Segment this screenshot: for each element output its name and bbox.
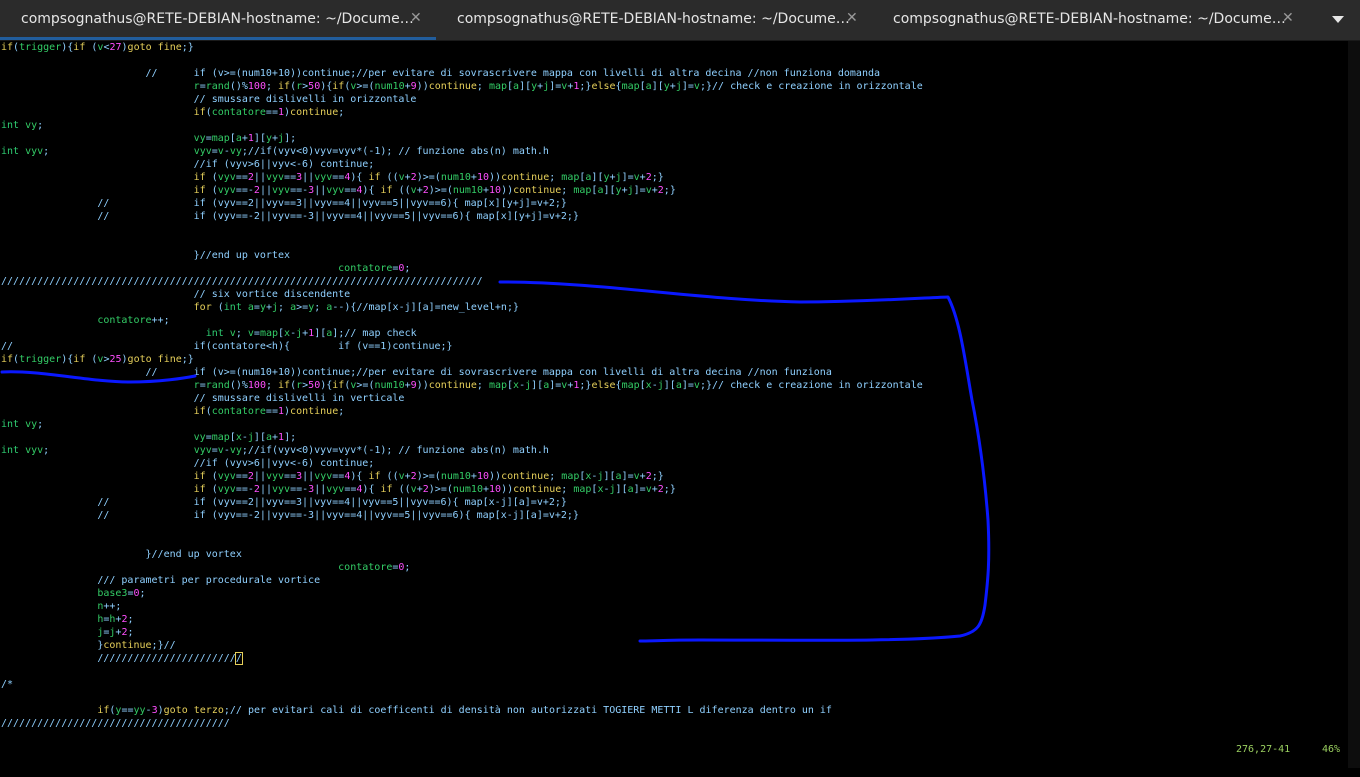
close-icon[interactable]: ✕	[846, 10, 858, 26]
code-line[interactable]: if(y==yy-3)goto terzo;// per evitari cal…	[1, 704, 923, 717]
code-line[interactable]: base3=0;	[1, 587, 923, 600]
cursor-position: 276,27-41	[1236, 744, 1291, 755]
code-line[interactable]	[1, 54, 923, 67]
code-line[interactable]: vy=map[a+1][y+j];	[1, 132, 923, 145]
code-line[interactable]: if (vyv==2||vyv==3||vyv==4){ if ((v+2)>=…	[1, 171, 923, 184]
vim-statusline: 276,27-41 46%	[1236, 744, 1340, 777]
code-view[interactable]: if(trigger){if (v<27)goto fine;} // if (…	[1, 41, 923, 730]
code-line[interactable]: for (int a=y+j; a>=y; a--){//map[x-j][a]…	[1, 301, 923, 314]
code-line[interactable]: n++;	[1, 600, 923, 613]
code-line[interactable]: //////////////////////////////////////	[1, 717, 923, 730]
code-line[interactable]: //if (vyv>6||vyv<-6) continue;	[1, 158, 923, 171]
code-line[interactable]: if (vyv==2||vyv==3||vyv==4){ if ((v+2)>=…	[1, 470, 923, 483]
code-line[interactable]	[1, 236, 923, 249]
code-line[interactable]: // if (vyv==-2||vyv==-3||vyv==4||vyv==5|…	[1, 210, 923, 223]
code-line[interactable]: int vyv; vyv=v-vy;//if(vyv<0)vyv=vyv*(-1…	[1, 444, 923, 457]
code-line[interactable]	[1, 535, 923, 548]
code-line[interactable]: /*	[1, 678, 923, 691]
code-line[interactable]: int vy;	[1, 119, 923, 132]
code-line[interactable]: // if(contatore<h){ if (v==1)continue;}	[1, 340, 923, 353]
tab-terminal-3[interactable]: compsognathus@RETE-DEBIAN-hostname: ~/Do…	[872, 0, 1308, 40]
code-line[interactable]: contatore=0;	[1, 561, 923, 574]
code-line[interactable]: contatore++;	[1, 314, 923, 327]
code-line[interactable]: // if (v>=(num10+10))continue;//per evit…	[1, 67, 923, 80]
code-line[interactable]: vy=map[x-j][a+1];	[1, 431, 923, 444]
code-line[interactable]: int vy;	[1, 418, 923, 431]
code-line[interactable]: // smussare dislivelli in verticale	[1, 392, 923, 405]
code-line[interactable]: /// parametri per procedurale vortice	[1, 574, 923, 587]
code-line[interactable]: r=rand()%100; if(r>50){if(v>=(num10+9))c…	[1, 379, 923, 392]
code-line[interactable]: int v; v=map[x-j+1][a];// map check	[1, 327, 923, 340]
tab-label: compsognathus@RETE-DEBIAN-hostname: ~/Do…	[21, 11, 414, 27]
code-line[interactable]: }continue;}//	[1, 639, 923, 652]
code-line[interactable]	[1, 522, 923, 535]
code-line[interactable]: if(contatore==1)continue;	[1, 405, 923, 418]
code-line[interactable]: // if (vyv==2||vyv==3||vyv==4||vyv==5||v…	[1, 496, 923, 509]
code-line[interactable]: if(contatore==1)continue;	[1, 106, 923, 119]
tab-menu-chevron-down-icon[interactable]	[1332, 16, 1344, 23]
code-line[interactable]: }//end up vortex	[1, 548, 923, 561]
code-line[interactable]	[1, 223, 923, 236]
terminal-editor[interactable]: if(trigger){if (v<27)goto fine;} // if (…	[0, 41, 1348, 768]
code-line[interactable]	[1, 691, 923, 704]
code-line[interactable]: //if (vyv>6||vyv<-6) continue;	[1, 457, 923, 470]
code-line[interactable]: contatore=0;	[1, 262, 923, 275]
code-line[interactable]: r=rand()%100; if(r>50){if(v>=(num10+9))c…	[1, 80, 923, 93]
tab-terminal-2[interactable]: compsognathus@RETE-DEBIAN-hostname: ~/Do…	[436, 0, 872, 40]
code-line[interactable]: ////////////////////////////////////////…	[1, 275, 923, 288]
tab-label: compsognathus@RETE-DEBIAN-hostname: ~/Do…	[893, 11, 1286, 27]
close-icon[interactable]: ✕	[410, 10, 422, 26]
code-line[interactable]: // if (vyv==2||vyv==3||vyv==4||vyv==5||v…	[1, 197, 923, 210]
close-icon[interactable]: ✕	[1282, 10, 1294, 26]
tab-bar: compsognathus@RETE-DEBIAN-hostname: ~/Do…	[0, 0, 1360, 41]
scrollbar[interactable]	[1348, 41, 1360, 768]
code-line[interactable]: // if (v>=(num10+10))continue;//per evit…	[1, 366, 923, 379]
code-line[interactable]: if (vyv==-2||vyv==-3||vyv==4){ if ((v+2)…	[1, 483, 923, 496]
code-line[interactable]: if(trigger){if (v>25)goto fine;}	[1, 353, 923, 366]
code-line[interactable]: ////////////////////////	[1, 652, 923, 665]
scroll-percent: 46%	[1322, 744, 1341, 755]
code-line[interactable]	[1, 665, 923, 678]
code-line[interactable]: }//end up vortex	[1, 249, 923, 262]
code-line[interactable]: if (vyv==-2||vyv==-3||vyv==4){ if ((v+2)…	[1, 184, 923, 197]
code-line[interactable]: // six vortice discendente	[1, 288, 923, 301]
code-line[interactable]: // if (vyv==-2||vyv==-3||vyv==4||vyv==5|…	[1, 509, 923, 522]
code-line[interactable]: j=j+2;	[1, 626, 923, 639]
code-line[interactable]: int vyv; vyv=v-vy;//if(vyv<0)vyv=vyv*(-1…	[1, 145, 923, 158]
tab-label: compsognathus@RETE-DEBIAN-hostname: ~/Do…	[457, 11, 850, 27]
code-line[interactable]: // smussare dislivelli in orizzontale	[1, 93, 923, 106]
code-line[interactable]: if(trigger){if (v<27)goto fine;}	[1, 41, 923, 54]
tab-terminal-1[interactable]: compsognathus@RETE-DEBIAN-hostname: ~/Do…	[0, 0, 436, 40]
code-line[interactable]: h=h+2;	[1, 613, 923, 626]
